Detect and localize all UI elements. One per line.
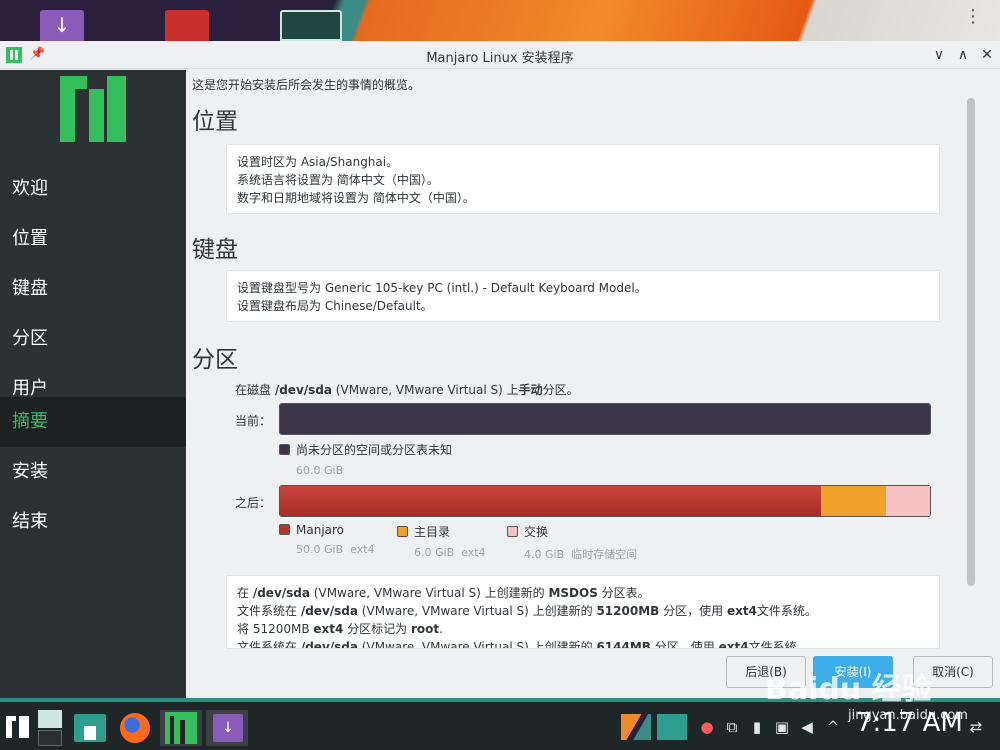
legend-name: 交换 [524,525,549,539]
sidebar-item-location: 位置 [12,228,48,249]
show-desktop-icon[interactable] [38,710,64,746]
manjaro-logo-icon [60,76,126,142]
current-partition-bar [279,403,931,435]
partition-desc-prefix: 在磁盘 [235,383,275,397]
partition-desc-mode: 手动 [518,383,543,397]
window-titlebar: 📌 Manjaro Linux 安装程序 ∨ ∧ ✕ [0,41,1000,69]
unpartitioned-segment [280,404,930,434]
keyboard-line: 设置键盘布局为 Chinese/Default。 [237,299,433,313]
keyboard-box: 设置键盘型号为 Generic 105-key PC (intl.) - Def… [226,270,940,322]
baidu-watermark-url: jingyan.baidu.com [848,708,968,723]
legend-sub: 4.0 GiB 临时存储空间 [507,546,637,562]
pdf-desktop-icon[interactable] [165,10,209,41]
more-options-icon[interactable]: ⋮ [964,6,982,27]
location-line: 设置时区为 Asia/Shanghai。 [237,155,399,169]
partition-desc-mid: (VMware, VMware Virtual S) 上 [331,383,519,397]
sidebar-item-keyboard: 键盘 [12,278,48,299]
legend-swatch [279,524,290,535]
after-partition-bar [279,485,931,517]
legend-swatch [397,526,408,537]
keyboard-line: 设置键盘型号为 Generic 105-key PC (intl.) - Def… [237,281,647,295]
location-box: 设置时区为 Asia/Shanghai。 系统语言将设置为 简体中文（中国）。 … [226,144,940,214]
current-label: 当前： [235,414,272,428]
legend-size: 50.0 GiB [296,543,344,556]
sidebar-item-install: 安装 [12,461,48,482]
legend-size: 6.0 GiB [414,546,455,559]
location-line: 系统语言将设置为 简体中文（中国）。 [237,173,439,187]
home-segment [821,486,887,516]
legend-swatch [279,444,290,455]
desktop-background: ↓ ⋮ [0,0,1000,41]
summary-content[interactable]: 这是您开始安装后所会发生的事情的概览。 位置 设置时区为 Asia/Shangh… [186,70,1000,698]
legend-sub: 50.0 GiB ext4 [279,543,375,556]
pager-desktop-1-icon[interactable] [621,714,651,740]
legend-manjaro: Manjaro 50.0 GiB ext4 [279,523,375,556]
sidebar-item-finish: 结束 [12,511,48,532]
download-task-icon[interactable]: ↓ [206,710,248,746]
legend-size: 60.0 GiB [296,464,344,477]
ghost-icon[interactable]: ● [697,718,717,736]
legend-size: 4.0 GiB [524,548,565,561]
legend-fs: 临时存储空间 [571,548,638,561]
partition-desc-suffix: 分区。 [542,383,579,397]
partition-desc-disk: /dev/sda [274,383,332,397]
operation-line: 文件系统在 /dev/sda (VMware, VMware Virtual S… [237,604,817,618]
legend-swap: 交换 4.0 GiB 临时存储空间 [507,523,637,562]
pager-desktop-2-icon[interactable] [657,714,687,740]
current-legend: 尚未分区的空间或分区表未知 60.0 GiB [279,441,452,477]
window-title: Manjaro Linux 安装程序 [426,51,574,66]
close-button[interactable]: ✕ [977,45,997,65]
partition-description: 在磁盘 /dev/sda (VMware, VMware Virtual S) … [235,381,579,398]
installer-window: 📌 Manjaro Linux 安装程序 ∨ ∧ ✕ 欢迎 位置 键盘 分区 用… [0,41,1000,698]
legend-name: 尚未分区的空间或分区表未知 [296,443,453,457]
usb-icon[interactable]: ▮ [747,718,767,736]
location-title: 位置 [192,109,238,135]
after-label: 之后： [235,496,272,510]
file-manager-icon[interactable] [74,710,108,746]
minimize-button[interactable]: ∨ [929,45,949,65]
tray-expand-icon[interactable]: ^ [823,718,843,736]
scrollbar[interactable] [967,98,975,586]
legend-fs: ext4 [350,543,375,556]
summary-intro: 这是您开始安装后所会发生的事情的概览。 [192,78,421,92]
keyboard-layout-icon[interactable]: ⇄ [966,718,986,736]
keyboard-title: 键盘 [192,237,238,263]
manjaro-logo [60,76,126,142]
display-icon[interactable]: ▣ [772,718,792,736]
manjaro-segment [280,486,822,516]
installer-task-icon[interactable] [160,710,202,746]
location-line: 数字和日期地域将设置为 简体中文（中国）。 [237,191,475,205]
operations-box: 在 /dev/sda (VMware, VMware Virtual S) 上创… [226,575,940,649]
operation-line: 文件系统在 /dev/sda (VMware, VMware Virtual S… [237,640,809,649]
sidebar-item-welcome: 欢迎 [12,178,48,199]
clipboard-icon[interactable]: ⧉ [722,718,742,736]
legend-swatch [507,526,518,537]
legend-home: 主目录 6.0 GiB ext4 [397,523,486,559]
manjaro-menu-icon[interactable] [6,716,32,740]
firefox-icon[interactable] [118,710,152,746]
legend-name: 主目录 [414,525,451,539]
legend-sub: 6.0 GiB ext4 [397,546,486,559]
operation-line: 在 /dev/sda (VMware, VMware Virtual S) 上创… [237,586,650,600]
operation-line: 将 51200MB ext4 分区标记为 root. [237,622,443,636]
download-desktop-icon[interactable]: ↓ [40,10,84,41]
maximize-button[interactable]: ∧ [953,45,973,65]
volume-icon[interactable]: ◀ [797,718,817,736]
baidu-watermark: Baidu 经验 [765,672,932,707]
partition-title: 分区 [192,347,238,373]
swap-segment [886,486,930,516]
sidebar: 欢迎 位置 键盘 分区 用户 摘要 安装 结束 [0,70,186,698]
sidebar-item-summary: 摘要 [0,397,186,447]
legend-name: Manjaro [296,523,345,537]
sidebar-item-partition: 分区 [12,328,48,349]
cad-desktop-icon[interactable] [280,10,342,41]
legend-fs: ext4 [461,546,486,559]
